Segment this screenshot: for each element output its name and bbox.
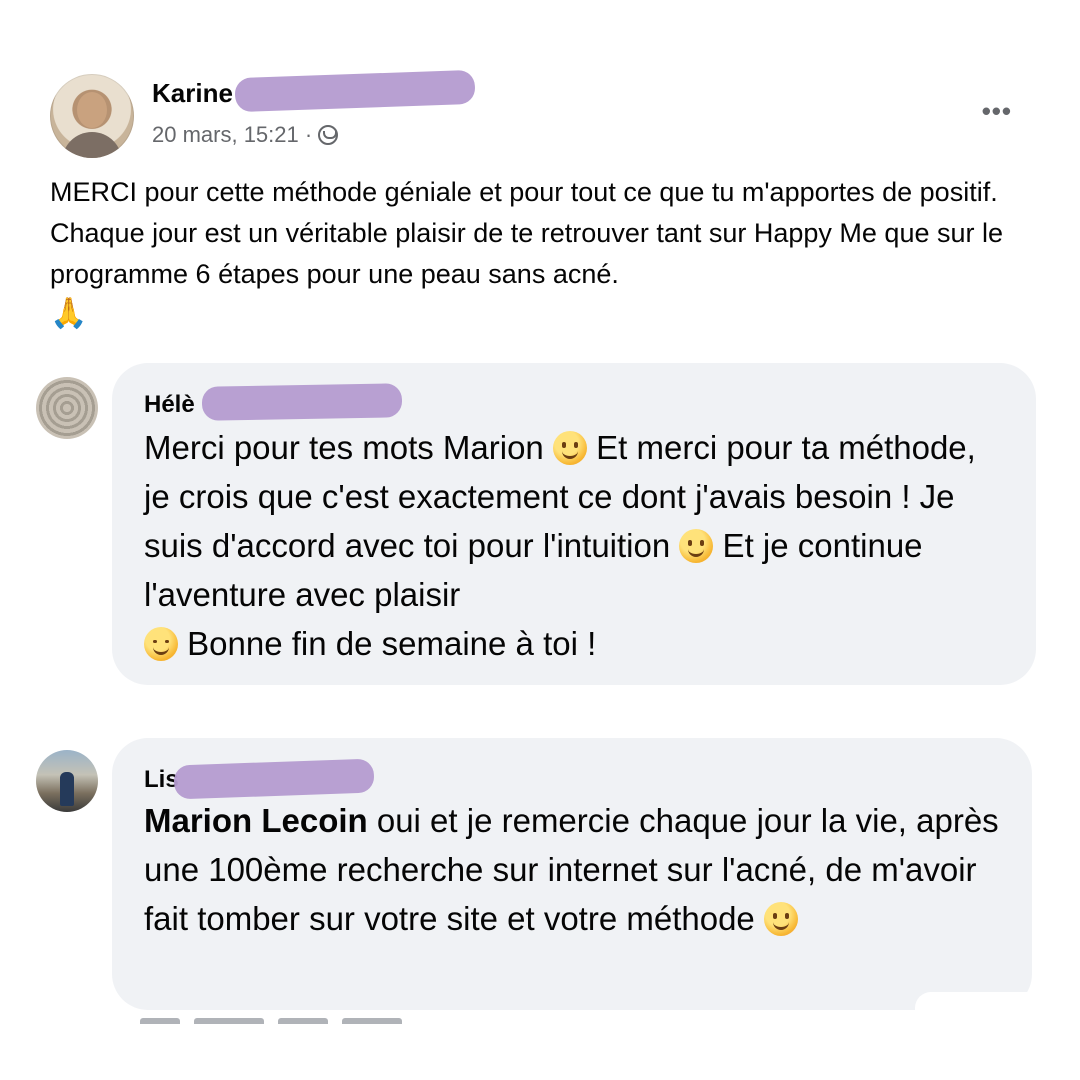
- comment-text-part: Merci pour tes mots Marion: [144, 429, 553, 466]
- comment-text: Merci pour tes mots Marion Et merci pour…: [144, 423, 1004, 668]
- post-header: Karine 20 mars, 15:21 · •••: [50, 69, 1030, 164]
- comment-text: Marion Lecoin oui et je remercie chaque …: [144, 796, 1014, 943]
- author-avatar[interactable]: [50, 74, 134, 158]
- cropped-text-fragment: [342, 1018, 402, 1024]
- commenter-name[interactable]: Hélè: [144, 391, 195, 419]
- commenter-avatar[interactable]: [36, 377, 98, 439]
- smile-emoji-icon: [552, 431, 587, 465]
- comment-bubble: Hélè Merci pour tes mots Marion Et merci…: [112, 363, 1036, 685]
- avatar-figure: [60, 772, 74, 806]
- redaction-mark: [234, 69, 476, 113]
- crop-corner: [915, 992, 1045, 1022]
- blush-emoji-icon: [763, 902, 798, 936]
- redaction-mark: [173, 758, 375, 800]
- friends-icon[interactable]: [318, 125, 339, 145]
- comment-bubble: Lis Marion Lecoin oui et je remercie cha…: [112, 738, 1032, 1010]
- smile-emoji-icon: [679, 529, 714, 563]
- redaction-mark: [201, 383, 403, 421]
- more-options-icon[interactable]: •••: [982, 96, 1012, 127]
- post-timestamp[interactable]: 20 mars, 15:21 ·: [152, 122, 312, 148]
- wink-emoji-icon: [144, 627, 178, 661]
- cropped-text-fragment: [140, 1018, 180, 1024]
- cropped-text-fragment: [194, 1018, 264, 1024]
- cropped-text-fragment: [278, 1018, 328, 1024]
- avatar-shoulders: [62, 132, 122, 158]
- post-meta: 20 mars, 15:21 ·: [152, 122, 339, 148]
- post-text: MERCI pour cette méthode géniale et pour…: [50, 177, 1004, 289]
- cropped-next-line: [140, 1010, 500, 1024]
- commenter-avatar[interactable]: [36, 750, 98, 812]
- post-author-name[interactable]: Karine: [152, 78, 233, 109]
- mention-link[interactable]: Marion Lecoin: [144, 802, 368, 839]
- comment-text-part: Bonne fin de semaine à toi !: [178, 625, 597, 662]
- pray-emoji-icon: 🙏: [50, 297, 88, 330]
- avatar-face: [77, 92, 107, 128]
